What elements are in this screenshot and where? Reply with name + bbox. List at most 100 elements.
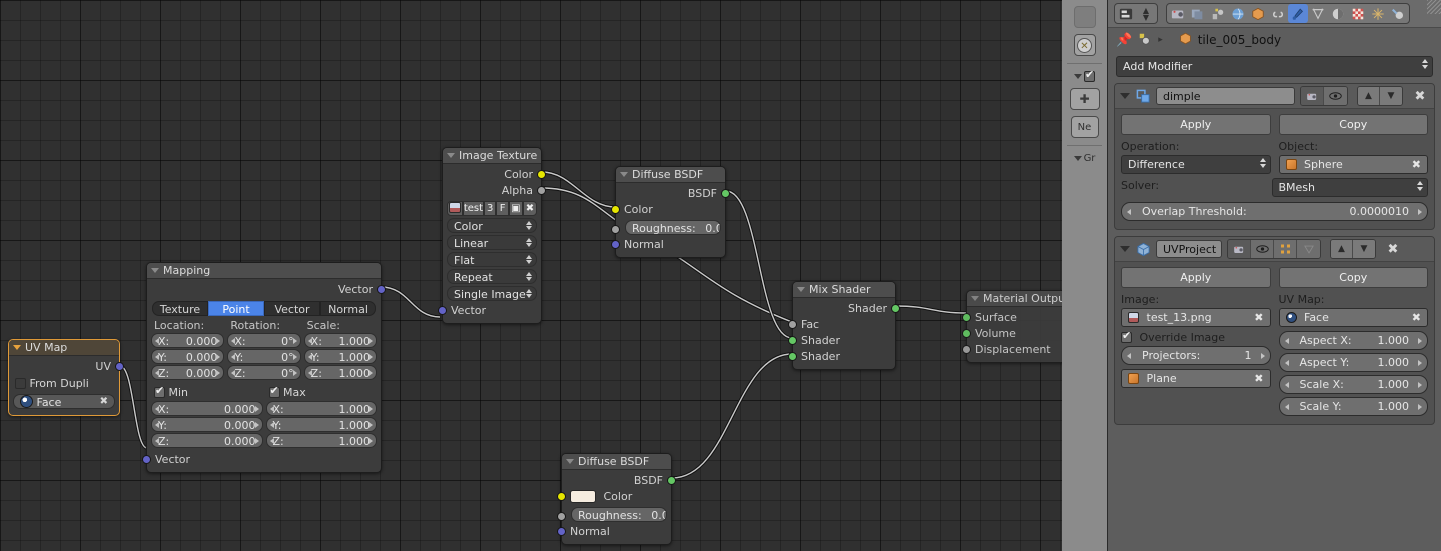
modifier-reorder-buttons[interactable]: ▲ ▼	[1357, 86, 1403, 106]
collapse-triangle-icon[interactable]	[620, 172, 628, 177]
node-header[interactable]: Diffuse BSDF	[562, 454, 671, 470]
checkbox-on[interactable]	[1084, 69, 1095, 82]
tool-shelf-strip[interactable]: ✚ Ne Gr	[1062, 0, 1108, 551]
delete-modifier-button[interactable]: ✖	[1384, 240, 1402, 258]
node-mix-shader[interactable]: Mix Shader Shader Fac Shader Shader	[788, 281, 900, 370]
operation-dropdown[interactable]: Difference	[1121, 155, 1271, 174]
min-x-field[interactable]: X: 0.000	[151, 401, 263, 416]
extension-select[interactable]: Repeat	[447, 269, 537, 284]
move-down-button[interactable]: ▼	[1380, 87, 1402, 105]
modifier-card-uvproject[interactable]: UVProject ▲ ▼ ✖ Apply Copy Image: UV Map…	[1114, 236, 1435, 425]
interpolation-select[interactable]: Linear	[447, 235, 537, 250]
unlink-image-icon[interactable]: ✖	[522, 201, 538, 216]
operation-object-row[interactable]: Difference Sphere ✖	[1121, 155, 1428, 174]
scale-y-field[interactable]: Y: 1.000	[303, 349, 377, 364]
move-up-button[interactable]: ▲	[1358, 87, 1380, 105]
scale-z-field[interactable]: Z: 1.000	[303, 365, 377, 380]
cage-toggle[interactable]	[1297, 240, 1320, 258]
panel-resize-handle[interactable]	[1427, 0, 1441, 14]
image-name[interactable]: test	[462, 201, 485, 216]
viewport-visibility-toggle[interactable]	[1324, 87, 1347, 105]
collapse-triangle-icon[interactable]	[797, 287, 805, 292]
properties-editor[interactable]: ▲ ▼ 📌 ▸ tile_005_body Add Modifier dimpl…	[1108, 0, 1441, 551]
modifiers-icon[interactable]	[1288, 4, 1308, 23]
boolean-object-field[interactable]: Sphere ✖	[1278, 155, 1428, 174]
socket-bsdf-output[interactable]	[667, 476, 676, 485]
node-header[interactable]: Diffuse BSDF	[616, 167, 725, 183]
socket-vector-input[interactable]	[438, 306, 447, 315]
render-layers-icon[interactable]	[1188, 4, 1208, 23]
node-header[interactable]: UV Map	[9, 340, 119, 356]
socket-roughness-input[interactable]	[557, 512, 566, 521]
expand-caret-icon[interactable]	[1120, 246, 1130, 252]
pin-icon[interactable]: 📌	[1116, 33, 1132, 48]
rotation-y-field[interactable]: Y: 0°	[227, 349, 301, 364]
socket-color-input[interactable]	[611, 205, 620, 214]
delete-modifier-button[interactable]: ✖	[1411, 87, 1429, 105]
modifier-name-field[interactable]: UVProject	[1156, 240, 1222, 258]
edit-mode-toggle[interactable]	[1274, 240, 1297, 258]
mapping-type-tabs[interactable]: Texture Point Vector Normal	[152, 301, 376, 316]
properties-header[interactable]: ▲ ▼	[1108, 0, 1441, 28]
min-checkbox[interactable]	[154, 385, 165, 398]
aspect-x-field[interactable]: Aspect X: 1.000	[1278, 331, 1428, 350]
copy-button[interactable]: Copy	[1278, 114, 1428, 135]
scene-icon[interactable]	[1208, 4, 1228, 23]
override-image-checkbox[interactable]	[1121, 330, 1132, 343]
object-data-icon[interactable]	[1138, 32, 1152, 49]
render-visibility-toggle[interactable]	[1301, 87, 1324, 105]
particles-icon[interactable]	[1308, 4, 1328, 23]
tab-vector[interactable]: Vector	[264, 301, 320, 316]
brush-plus-icon[interactable]: ✚	[1069, 88, 1100, 110]
socket-surface-input[interactable]	[962, 313, 971, 322]
image-datablock-icon[interactable]	[447, 201, 463, 216]
socket-shader1-input[interactable]	[788, 336, 797, 345]
clear-image-icon[interactable]: ✖	[1254, 309, 1263, 326]
texture-icon[interactable]	[1348, 4, 1368, 23]
socket-normal-input[interactable]	[611, 240, 620, 249]
collapse-triangle-icon[interactable]	[447, 153, 455, 158]
overlap-threshold-field[interactable]: Overlap Threshold: 0.0000010	[1121, 202, 1428, 221]
clear-uv-icon[interactable]: ✖	[100, 395, 108, 408]
node-diffuse-bsdf-top[interactable]: Diffuse BSDF BSDF Color Roughness: 0.000	[611, 166, 730, 258]
apply-copy-row[interactable]: Apply Copy	[1121, 114, 1428, 135]
uvmap-field[interactable]: Face ✖	[1278, 308, 1428, 327]
color-space-select[interactable]: Color	[447, 218, 537, 233]
render-visibility-toggle[interactable]	[1228, 240, 1251, 258]
socket-bsdf-output[interactable]	[721, 189, 730, 198]
apply-button[interactable]: Apply	[1121, 267, 1271, 288]
checkbox-row[interactable]	[1062, 69, 1107, 82]
max-checkbox[interactable]	[268, 385, 280, 398]
projector-object-field[interactable]: Plane ✖	[1121, 369, 1271, 388]
scale-y-field[interactable]: Scale Y: 1.000	[1278, 397, 1428, 416]
aspect-y-field[interactable]: Aspect Y: 1.000	[1278, 353, 1428, 372]
socket-color-input[interactable]	[557, 492, 566, 501]
editor-type-group[interactable]: ▲ ▼	[1114, 3, 1158, 24]
globe-x-icon[interactable]	[1073, 34, 1096, 56]
socket-uv-output[interactable]	[115, 362, 124, 371]
render-icon[interactable]	[1168, 4, 1188, 23]
roughness-field[interactable]: Roughness: 0.000	[571, 507, 667, 522]
new-image-icon[interactable]: ▣	[508, 201, 523, 216]
chevron-down-icon-2[interactable]	[1073, 156, 1082, 161]
node-material-output[interactable]: Material Output Surface Volume Displacem…	[962, 290, 1062, 363]
apply-copy-row[interactable]: Apply Copy	[1121, 267, 1428, 288]
location-x-field[interactable]: X: 0.000	[151, 333, 225, 348]
modifier-visibility-toggles[interactable]	[1227, 239, 1321, 259]
collapse-triangle-icon[interactable]	[566, 459, 574, 464]
tab-point[interactable]: Point	[208, 301, 264, 316]
socket-alpha-output[interactable]	[537, 186, 546, 195]
socket-normal-input[interactable]	[557, 527, 566, 536]
max-y-field[interactable]: Y: 1.000	[265, 417, 377, 432]
socket-vector-input[interactable]	[142, 455, 151, 464]
ne-button[interactable]: Ne	[1070, 116, 1099, 138]
scale-x-field[interactable]: X: 1.000	[303, 333, 377, 348]
editor-type-dropdown-icon[interactable]: ▲ ▼	[1136, 4, 1156, 23]
copy-button[interactable]: Copy	[1278, 267, 1428, 288]
apply-button[interactable]: Apply	[1121, 114, 1271, 135]
color-swatch[interactable]	[570, 490, 596, 503]
location-z-field[interactable]: Z: 0.000	[151, 365, 225, 380]
rotation-z-field[interactable]: Z: 0°	[227, 365, 301, 380]
rotation-x-field[interactable]: X: 0°	[227, 333, 301, 348]
node-mapping[interactable]: Mapping Vector Texture Point Vector Norm…	[142, 262, 386, 473]
